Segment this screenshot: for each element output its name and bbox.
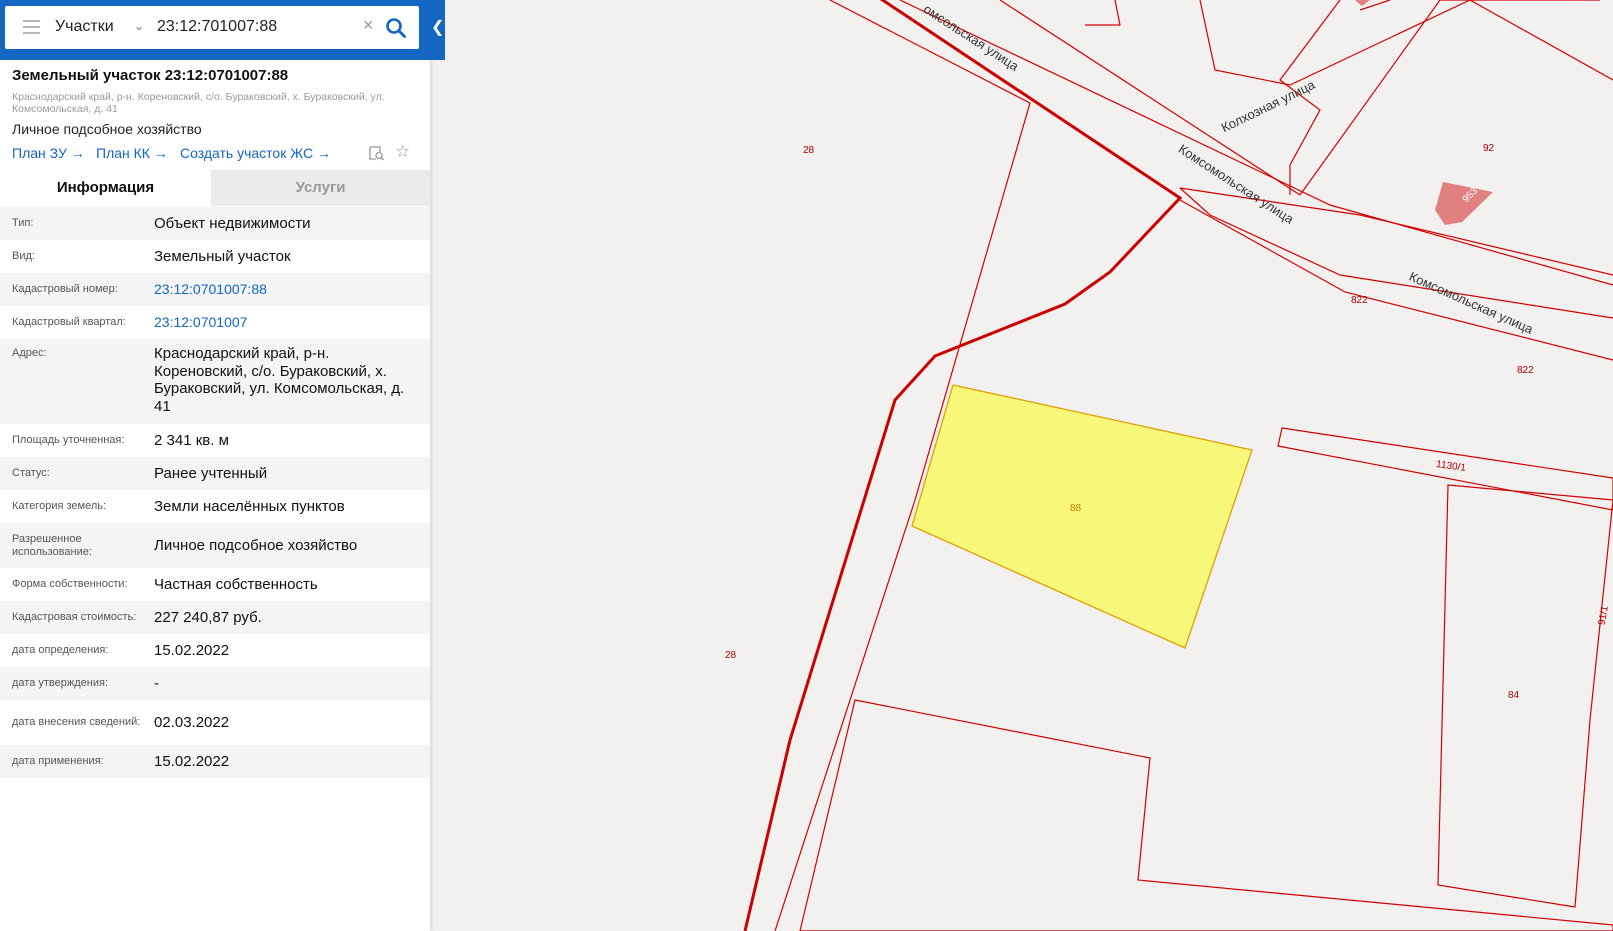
parcel-label: 28 [725,650,737,661]
property-row: Кадастровый номер: 23:12:0701007:88 [0,273,430,306]
property-row: дата применения: 15.02.2022 [0,745,430,778]
star-icon[interactable]: ☆ [395,142,410,162]
search-box: Участки ⌄ 23:12:701007:88 × [5,6,419,49]
object-address: Краснодарский край, р-н. Кореновский, с/… [12,91,385,115]
arrow-right-icon: → [317,145,331,161]
property-label: Статус: [12,467,50,479]
plan-zu-label: План ЗУ [12,145,67,161]
plan-kk-label: План КК [96,145,150,161]
property-label: дата применения: [12,755,104,767]
tab-bar: Информация Услуги [0,170,430,206]
create-parcel-link[interactable]: Создать участок ЖС → [180,145,331,161]
property-label: Кадастровая стоимость: [12,611,137,623]
object-title: Земельный участок 23:12:0701007:88 [12,67,289,84]
property-label: Форма собственности: [12,578,128,590]
property-row: Тип: Объект недвижимости [0,207,430,240]
property-row: Адрес: Краснодарский край, р-н. Кореновск… [0,339,430,424]
property-row: Категория земель: Земли населённых пункто… [0,490,430,523]
search-bar: Участки ⌄ 23:12:701007:88 × ❮ [0,0,445,60]
property-label: дата внесения сведений: [12,716,141,728]
property-value: Частная собственность [154,575,318,593]
property-label: Кадастровый номер: [12,283,118,295]
tab-services[interactable]: Услуги [211,170,430,206]
property-row: Кадастровая стоимость: 227 240,87 руб. [0,601,430,634]
property-value: Личное подсобное хозяйство [154,536,358,554]
create-parcel-label: Создать участок ЖС [180,145,314,161]
search-scope-select[interactable]: Участки [55,18,114,36]
info-panel: Участки ⌄ 23:12:701007:88 × ❮ Земельный … [0,0,445,931]
property-value: 02.03.2022 [154,713,230,731]
zoom-to-object-icon[interactable] [368,145,385,161]
plan-zu-link[interactable]: План ЗУ → [12,145,85,161]
property-value: - [154,674,159,692]
property-label: дата утверждения: [12,677,109,689]
property-label: Разрешенное использование: [12,532,92,558]
property-label: Кадастровый квартал: [12,316,126,328]
menu-icon[interactable] [23,20,40,34]
parcel-label: 84 [1508,690,1520,701]
property-row: Форма собственности: Частная собственност… [0,568,430,601]
property-label: Адрес: [12,347,47,359]
property-value-link[interactable]: 23:12:0701007:88 [142,281,430,299]
property-value: Объект недвижимости [154,214,311,232]
plan-kk-link[interactable]: План КК → [96,145,168,161]
search-input[interactable]: 23:12:701007:88 [157,18,277,36]
property-label: Категория земель: [12,500,107,512]
property-value-link[interactable]: 23:12:0701007 [142,314,430,332]
close-icon[interactable]: × [363,15,374,36]
property-label: дата определения: [12,644,109,656]
parcel-label: 92 [1483,143,1495,154]
property-row: дата внесения сведений: 02.03.2022 [0,700,430,745]
property-row: Площадь уточненная: 2 341 кв. м [0,424,430,457]
property-label: Площадь уточненная: [12,434,125,446]
property-row: Разрешенное использование: Личное подсобн… [0,523,430,568]
property-row: дата определения: 15.02.2022 [0,634,430,667]
property-value: 15.02.2022 [154,641,230,659]
search-icon[interactable] [385,17,407,39]
property-value: 15.02.2022 [154,752,230,770]
arrow-right-icon: → [70,145,85,161]
property-row: Вид: Земельный участок [0,240,430,273]
chevron-left-icon[interactable]: ❮ [431,17,444,37]
object-use: Личное подсобное хозяйство [12,121,202,137]
property-row: дата утверждения: - [0,667,430,700]
parcel-label: 822 [1517,365,1534,376]
tab-information[interactable]: Информация [0,170,211,206]
property-value: Земельный участок [154,247,291,265]
property-row: Статус: Ранее учтенный [0,457,430,490]
property-value: 227 240,87 руб. [154,608,262,626]
property-value: 2 341 кв. м [154,431,229,449]
property-value: Земли населённых пунктов [154,497,345,515]
properties-table: Тип: Объект недвижимости Вид: Земельный уча… [0,207,430,778]
property-row: Кадастровый квартал: 23:12:0701007 [0,306,430,339]
property-label: Вид: [12,250,35,262]
arrow-right-icon: → [153,145,168,161]
property-label: Тип: [12,217,34,229]
parcel-label: 28 [803,145,815,156]
chevron-down-icon[interactable]: ⌄ [134,19,144,33]
parcel-label: 822 [1351,295,1368,306]
property-value: Ранее учтенный [154,464,268,482]
property-value: Краснодарский край, р-н. Кореновский, с/… [154,345,405,415]
parcel-label-selected: 88 [1070,503,1082,514]
